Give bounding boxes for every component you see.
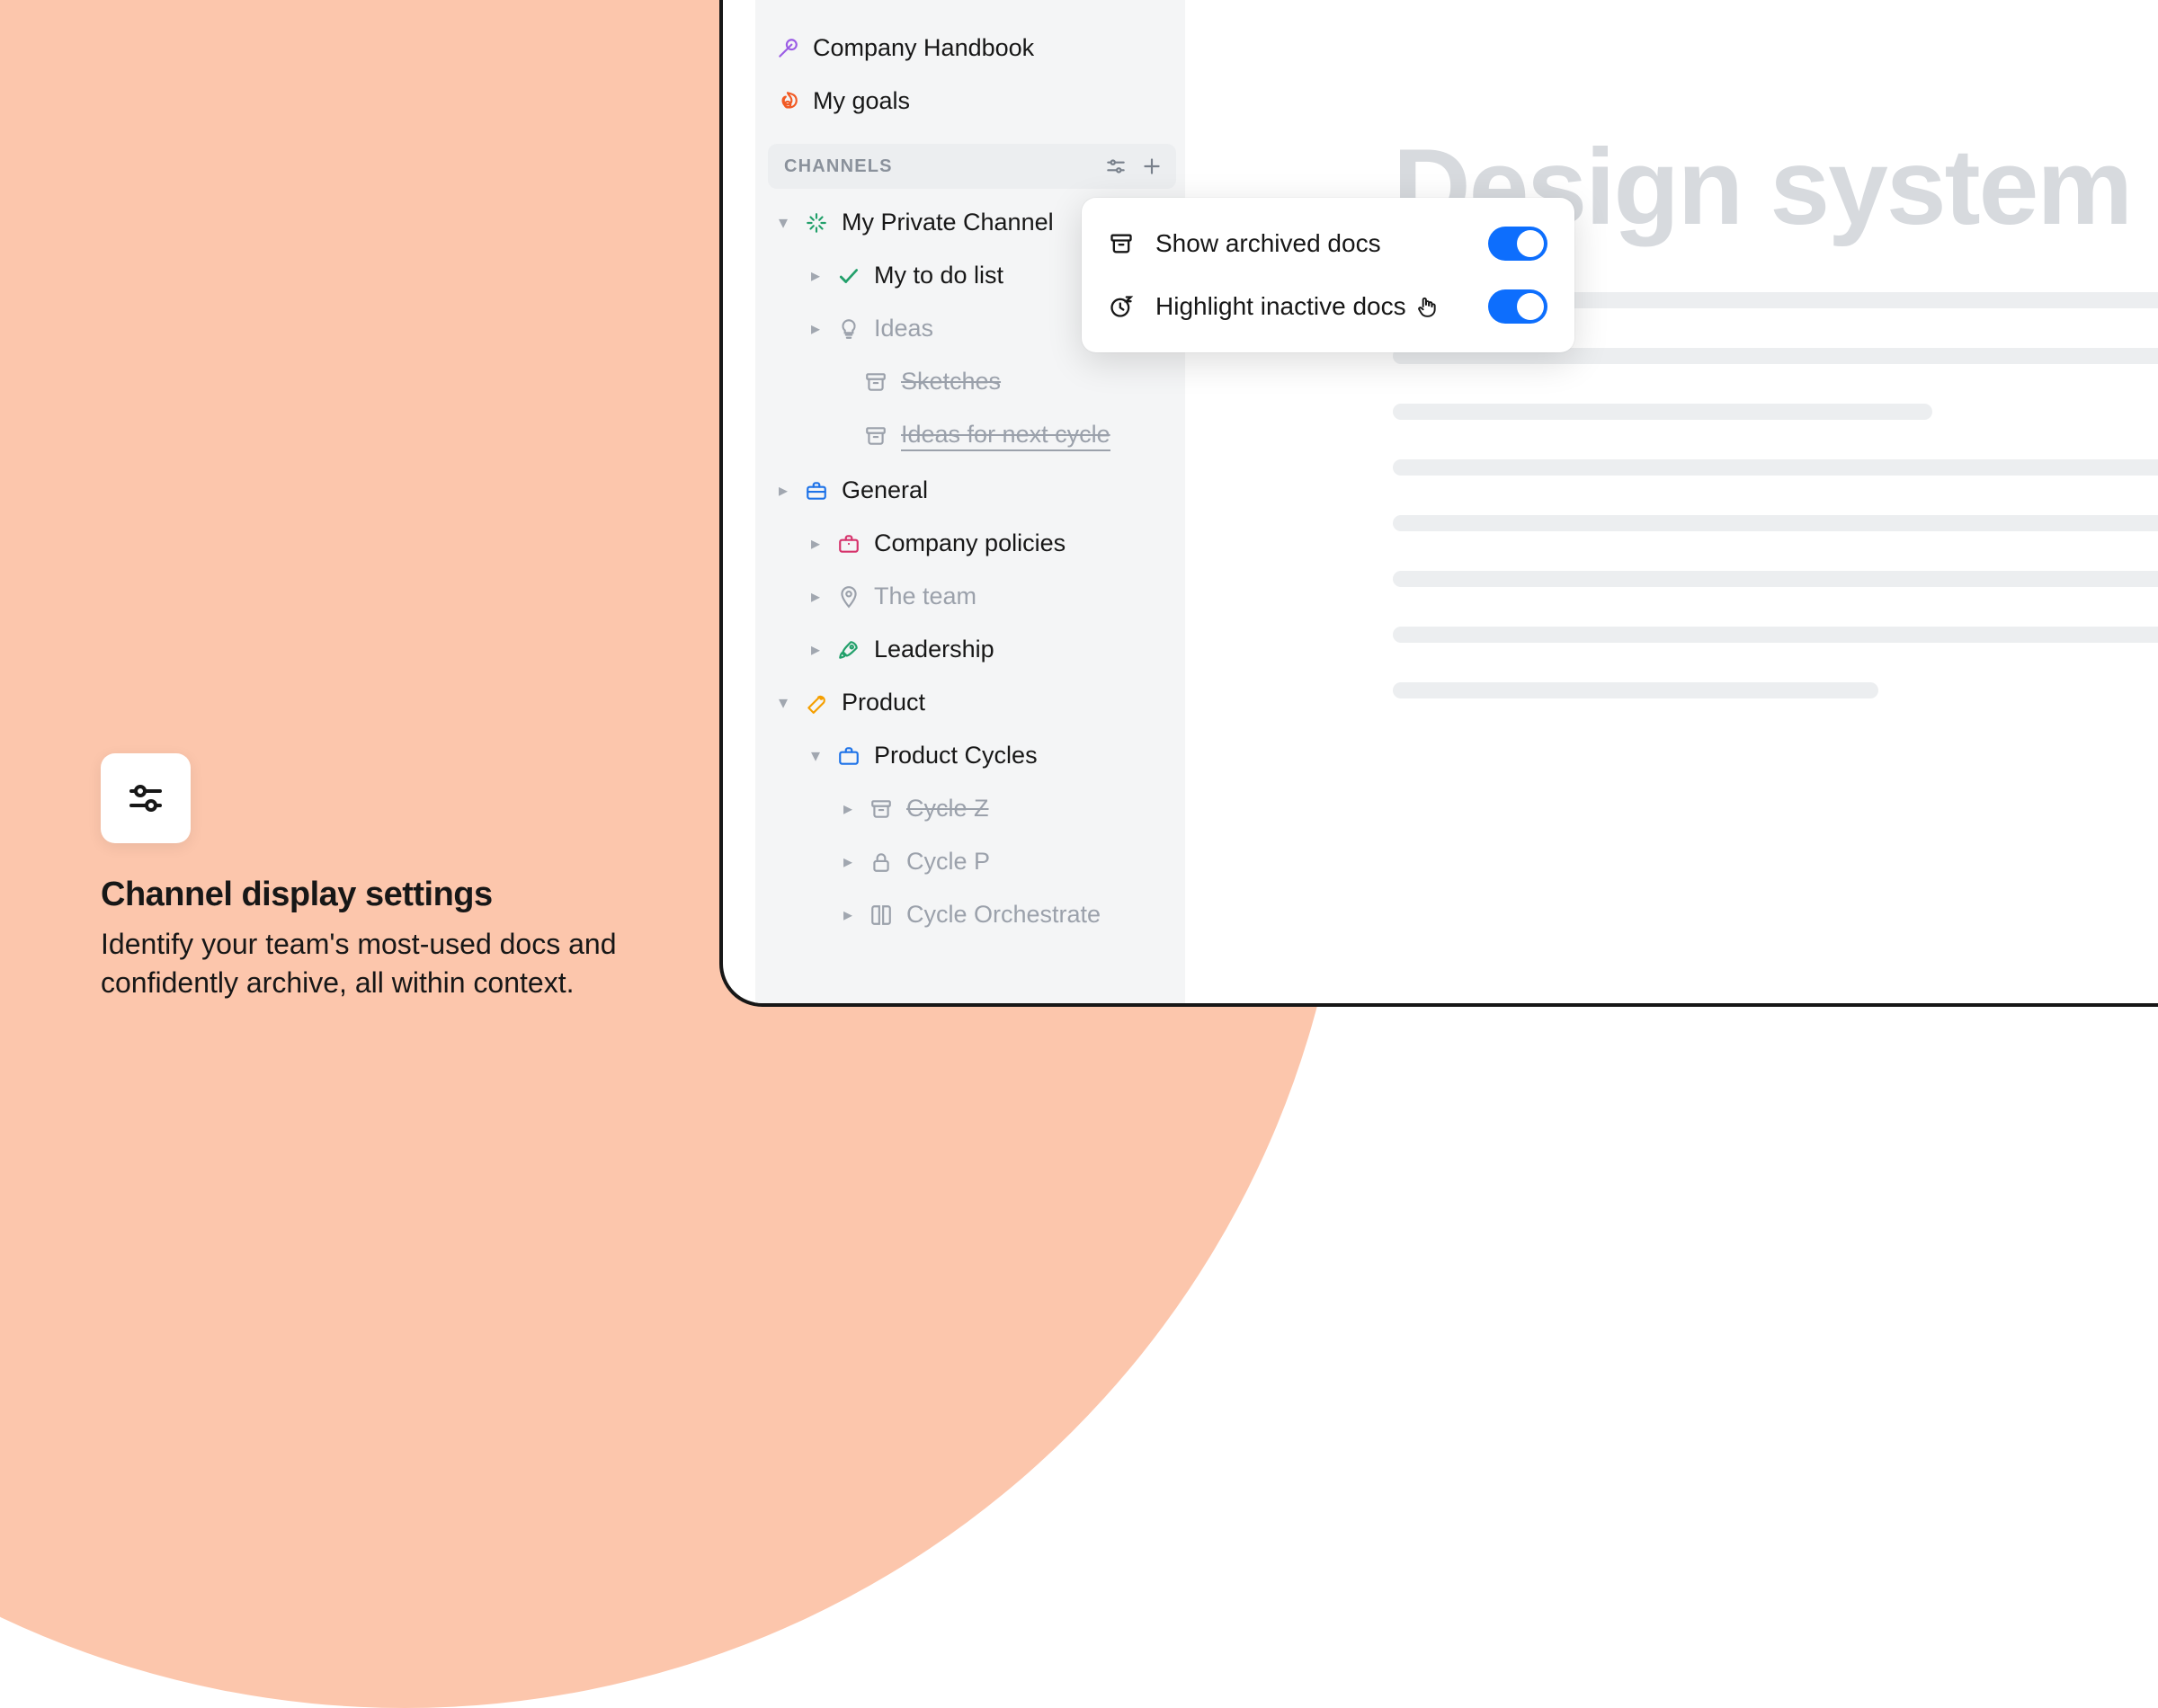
doc-cycle-p[interactable]: ▸ Cycle P: [755, 835, 1185, 888]
doc-label: Ideas for next cycle: [901, 421, 1110, 451]
toggle-row-inactive: Highlight inactive docs: [1092, 275, 1564, 338]
pointer-cursor-icon: [1415, 295, 1439, 318]
marketing-title: Channel display settings: [101, 876, 694, 914]
chevron-down-icon[interactable]: ▾: [775, 691, 791, 714]
toolbox-icon: [804, 478, 829, 503]
plus-icon[interactable]: [1140, 155, 1164, 178]
channel-label: General: [842, 476, 928, 504]
sidebar: Company Handbook My goals CHANNELS ▾: [755, 0, 1185, 1003]
microphone-icon: [775, 36, 800, 61]
app-window: Company Handbook My goals CHANNELS ▾: [719, 0, 2158, 1007]
doc-cycle-z[interactable]: ▸ Cycle Z: [755, 782, 1185, 835]
chevron-right-icon[interactable]: ▸: [840, 797, 856, 820]
book-icon: [869, 903, 894, 928]
chevron-right-icon[interactable]: ▸: [807, 532, 824, 555]
skeleton-placeholder: [1393, 292, 2158, 698]
toggle-row-archived: Show archived docs: [1092, 212, 1564, 275]
archive-icon: [863, 423, 888, 449]
doc-label: Company policies: [874, 529, 1066, 557]
archive-icon: [869, 796, 894, 822]
chevron-right-icon[interactable]: ▸: [807, 317, 824, 340]
channel-label: Product: [842, 689, 925, 716]
chevron-right-icon[interactable]: ▸: [807, 264, 824, 287]
rocket-icon: [836, 637, 861, 663]
pin-icon: [836, 584, 861, 609]
toggle-label: Highlight inactive docs: [1155, 292, 1468, 321]
wrench-icon: [804, 690, 829, 716]
chevron-right-icon[interactable]: ▸: [775, 479, 791, 502]
doc-label: My to do list: [874, 262, 1003, 289]
toggle-inactive[interactable]: [1488, 289, 1547, 324]
briefcase-icon: [836, 743, 861, 769]
check-icon: [836, 263, 861, 289]
chevron-down-icon[interactable]: ▾: [807, 744, 824, 767]
chevron-right-icon[interactable]: ▸: [807, 638, 824, 661]
doc-label: Sketches: [901, 368, 1001, 396]
doc-policies[interactable]: ▸ Company policies: [755, 517, 1185, 570]
marketing-block: Channel display settings Identify your t…: [101, 753, 694, 1002]
display-settings-popover: Show archived docs Highlight inactive do…: [1082, 198, 1574, 352]
doc-ideas-next[interactable]: Ideas for next cycle: [755, 408, 1185, 464]
channel-general[interactable]: ▸ General: [755, 464, 1185, 517]
fire-icon: [775, 89, 800, 114]
doc-cycle-orchestrate[interactable]: ▸ Cycle Orchestrate: [755, 888, 1185, 941]
toggle-archived[interactable]: [1488, 227, 1547, 261]
channels-section-header: CHANNELS: [768, 144, 1176, 189]
doc-team[interactable]: ▸ The team: [755, 570, 1185, 623]
doc-leadership[interactable]: ▸ Leadership: [755, 623, 1185, 676]
clock-snooze-icon: [1109, 293, 1136, 320]
doc-label: Cycle Orchestrate: [906, 901, 1101, 929]
doc-label: The team: [874, 583, 976, 610]
archive-icon: [863, 369, 888, 395]
lock-icon: [869, 850, 894, 875]
pinned-item-goals[interactable]: My goals: [755, 75, 1185, 128]
doc-sketches[interactable]: Sketches: [755, 355, 1185, 408]
doc-label: Product Cycles: [874, 742, 1038, 769]
marketing-body: Identify your team's most-used docs and …: [101, 925, 694, 1002]
pinned-label: My goals: [813, 87, 910, 115]
archive-icon: [1109, 230, 1136, 257]
channel-label: My Private Channel: [842, 209, 1054, 236]
doc-label: Cycle Z: [906, 795, 989, 823]
chevron-down-icon[interactable]: ▾: [775, 211, 791, 234]
chevron-right-icon[interactable]: ▸: [840, 850, 856, 873]
channel-product[interactable]: ▾ Product: [755, 676, 1185, 729]
briefcase-icon: [836, 531, 861, 556]
sliders-icon[interactable]: [1104, 155, 1128, 178]
chevron-right-icon[interactable]: ▸: [807, 585, 824, 608]
pinned-label: Company Handbook: [813, 34, 1034, 62]
doc-label: Ideas: [874, 315, 933, 342]
doc-label: Cycle P: [906, 848, 990, 876]
pinned-item-handbook[interactable]: Company Handbook: [755, 22, 1185, 75]
sliders-icon: [101, 753, 191, 843]
chevron-right-icon[interactable]: ▸: [840, 903, 856, 926]
doc-product-cycles[interactable]: ▾ Product Cycles: [755, 729, 1185, 782]
sparkle-icon: [804, 210, 829, 236]
toggle-label: Show archived docs: [1155, 229, 1468, 258]
bulb-icon: [836, 316, 861, 342]
doc-label: Leadership: [874, 636, 994, 663]
section-label: CHANNELS: [784, 156, 893, 177]
